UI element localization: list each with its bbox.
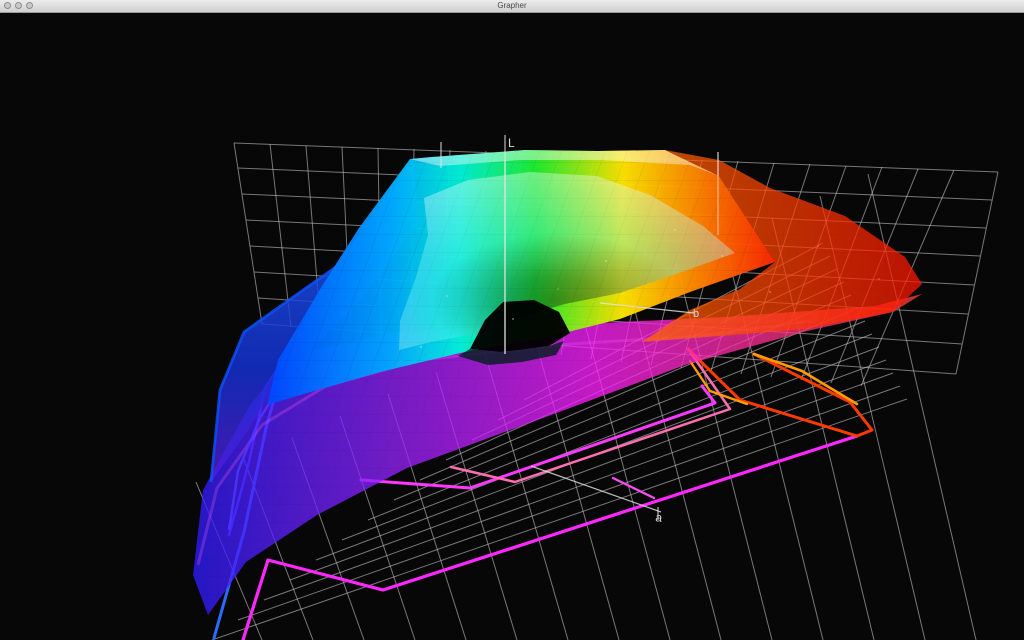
gamut-3d-plot[interactable]: L b a: [0, 13, 1024, 640]
b-axis-label: b: [693, 308, 699, 320]
title-bar[interactable]: Grapher: [0, 0, 1024, 13]
window-title: Grapher: [497, 1, 527, 10]
l-axis-label: L: [508, 136, 515, 150]
plot-canvas[interactable]: L b a: [0, 13, 1024, 640]
grapher-window: Grapher L b a: [0, 0, 1024, 640]
a-axis-label: a: [655, 510, 664, 525]
a-axis-line: [530, 465, 662, 513]
